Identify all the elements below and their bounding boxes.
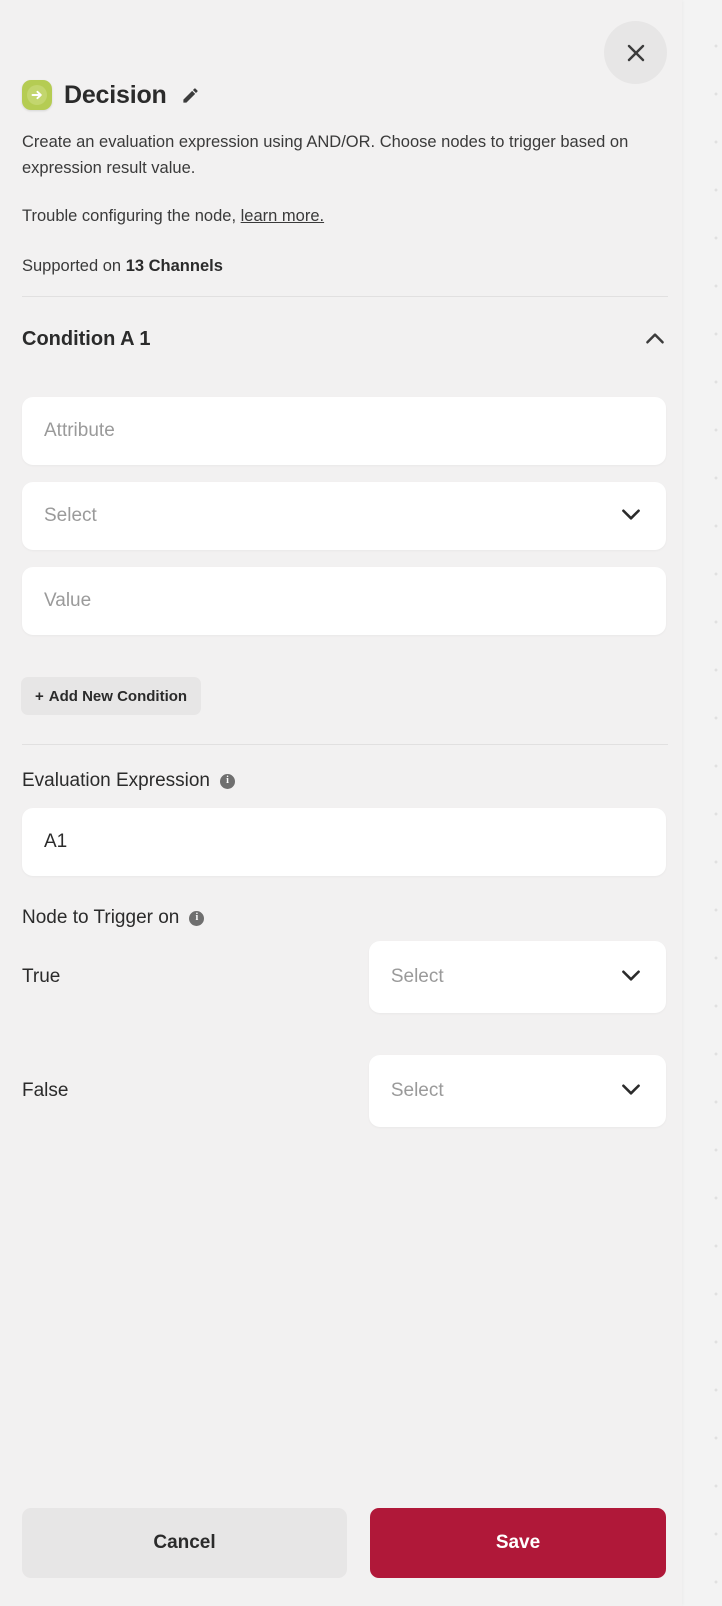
trouble-help-text: Trouble configuring the node, [22, 207, 237, 225]
trigger-true-select[interactable]: Select [368, 941, 666, 1013]
node-description: Create an evaluation expression using AN… [22, 133, 629, 177]
chevron-down-icon[interactable] [618, 1076, 644, 1107]
evaluation-expression-value: A1 [44, 831, 68, 852]
node-to-trigger-label-row: Node to Trigger on i [22, 907, 205, 929]
save-button[interactable]: Save [370, 1508, 666, 1578]
plus-icon: + [35, 687, 44, 705]
decision-node-config-panel: Decision Create an evaluation expression… [0, 0, 682, 1606]
learn-more-link[interactable]: learn more. [241, 207, 324, 225]
decision-node-icon [22, 80, 52, 110]
evaluation-expression-label-row: Evaluation Expression i [22, 770, 235, 792]
info-icon[interactable]: i [189, 910, 205, 926]
divider-middle [22, 744, 668, 745]
add-new-condition-label: Add New Condition [48, 687, 188, 705]
footer-actions: Cancel Save [0, 1480, 682, 1606]
operator-select-placeholder: Select [44, 505, 97, 526]
operator-select[interactable]: Select [22, 482, 666, 550]
node-title-row: Decision [22, 80, 200, 110]
info-icon[interactable]: i [220, 773, 235, 789]
condition-section-header[interactable]: Condition A 1 [22, 323, 668, 355]
condition-section-title: Condition A 1 [22, 327, 151, 350]
chevron-down-icon[interactable] [618, 501, 644, 532]
value-input[interactable]: Value [22, 567, 666, 635]
close-icon [624, 41, 648, 65]
page-title: Decision [64, 80, 167, 109]
evaluation-expression-input[interactable]: A1 [22, 808, 666, 876]
trouble-help-line: Trouble configuring the node, learn more… [22, 207, 324, 226]
chevron-up-icon[interactable] [642, 326, 668, 352]
chevron-down-icon[interactable] [618, 962, 644, 993]
trigger-false-select-placeholder: Select [390, 1080, 444, 1101]
divider-top [22, 296, 668, 297]
add-new-condition-button[interactable]: + Add New Condition [21, 677, 202, 715]
trigger-false-select[interactable]: Select [368, 1055, 666, 1127]
supported-channels-count: 13 Channels [125, 257, 223, 275]
trigger-row-true: True Select [22, 941, 666, 1013]
evaluation-expression-label: Evaluation Expression [22, 770, 210, 791]
cancel-button[interactable]: Cancel [22, 1508, 347, 1578]
attribute-input-placeholder: Attribute [44, 420, 115, 441]
supported-prefix-text: Supported on [22, 257, 122, 275]
trigger-true-select-placeholder: Select [390, 966, 444, 987]
value-input-placeholder: Value [44, 590, 92, 611]
trigger-row-false: False Select [22, 1055, 666, 1127]
supported-channels-line: Supported on 13 Channels [22, 257, 223, 276]
trigger-row-true-label: True [22, 966, 61, 987]
close-button[interactable] [604, 21, 667, 84]
pencil-edit-icon[interactable] [181, 86, 200, 105]
node-to-trigger-label: Node to Trigger on [22, 907, 180, 928]
trigger-row-false-label: False [22, 1080, 69, 1101]
attribute-input[interactable]: Attribute [22, 397, 666, 465]
